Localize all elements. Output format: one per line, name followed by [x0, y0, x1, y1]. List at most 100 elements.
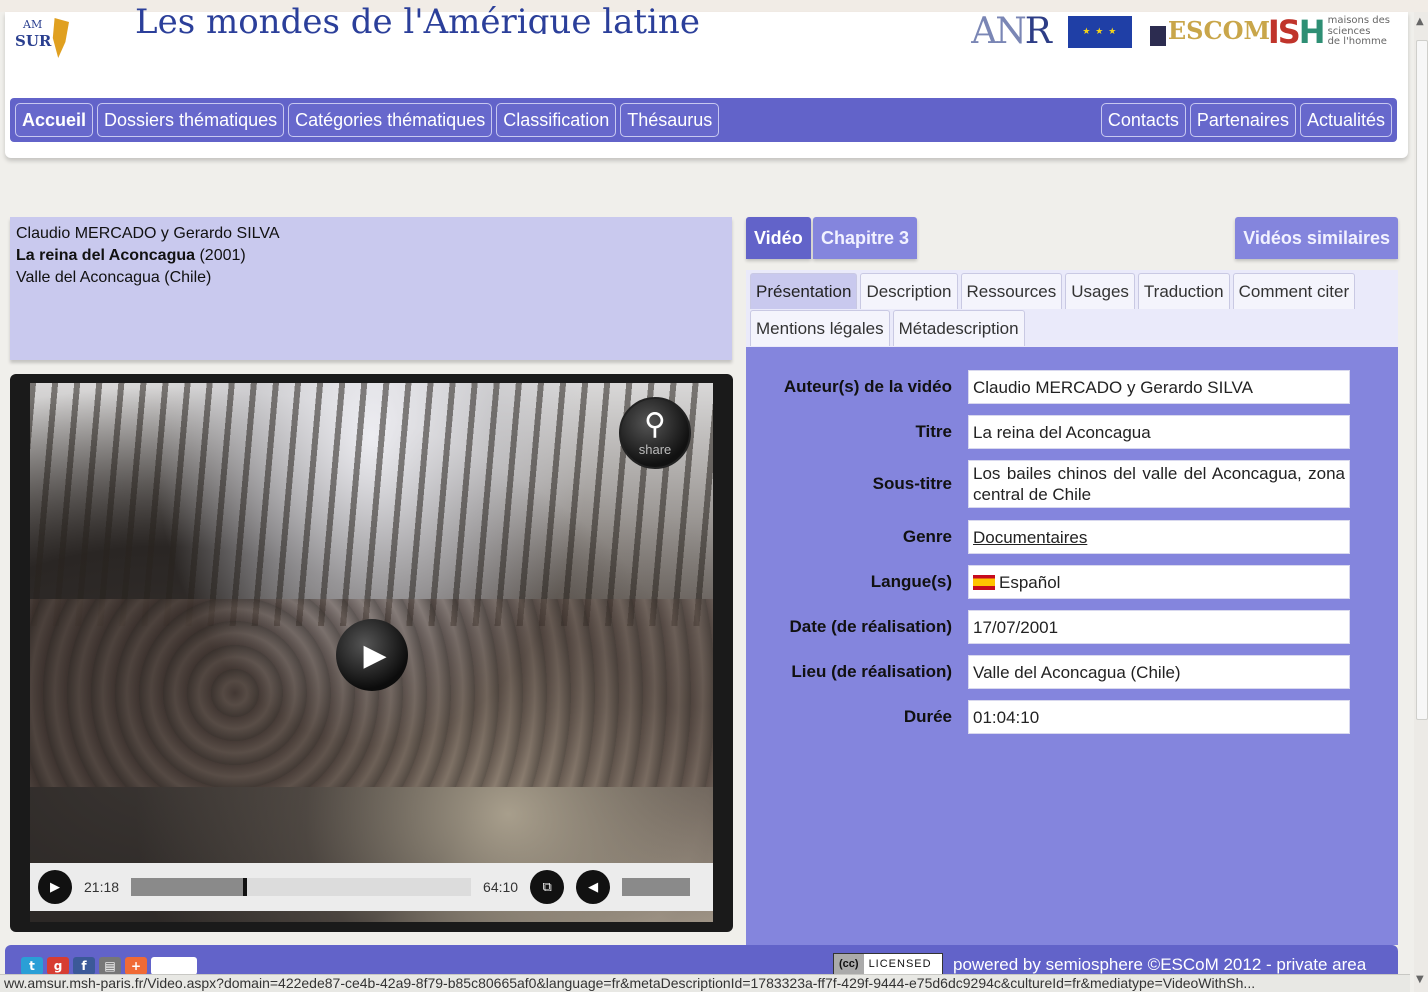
field-duration: Durée 01:04:10 [746, 700, 1398, 734]
volume-slider[interactable] [622, 878, 691, 896]
field-place-label: Lieu (de réalisation) [791, 662, 952, 681]
ish-logo-mark: ISH [1267, 13, 1326, 51]
escom-logo-square [1149, 26, 1166, 46]
field-subtitle: Sous-titre Los bailes chinos del valle d… [746, 460, 1398, 508]
subtab-description[interactable]: Description [860, 273, 958, 309]
site-title: Les mondes de l'Amérique latine [135, 4, 700, 34]
field-subtitle-label: Sous-titre [872, 474, 952, 493]
subtab-comment-citer[interactable]: Comment citer [1232, 273, 1356, 309]
popout-icon: ⧉ [542, 879, 552, 895]
share-button[interactable]: ⚲ share [619, 397, 691, 469]
nav-actualites[interactable]: Actualités [1299, 103, 1392, 137]
page-scrollbar[interactable]: ▲ ▼ [1414, 12, 1428, 992]
player-controls: ▶ 21:18 64:10 ⧉ ◀ [30, 863, 713, 911]
scroll-up-icon[interactable]: ▲ [1416, 16, 1424, 27]
share-label: share [638, 441, 672, 457]
field-authors-label: Auteur(s) de la vidéo [783, 377, 952, 396]
subtab-metadescription[interactable]: Métadescription [892, 310, 1025, 346]
ish-logo-line-3: de l'homme [1327, 36, 1387, 48]
tab-videos-similaires[interactable]: Vidéos similaires [1235, 217, 1398, 259]
ish-logo-line-2: sciences [1327, 25, 1371, 37]
nav-categories-thematiques[interactable]: Catégories thématiques [288, 103, 493, 137]
scrollbar-thumb[interactable] [1416, 40, 1428, 720]
video-info-box: Claudio MERCADO y Gerardo SILVA La reina… [10, 217, 732, 360]
field-title: Titre La reina del Aconcagua [746, 415, 1398, 449]
subtabs-row-1: Présentation Description Ressources Usag… [750, 273, 1394, 309]
field-language-text: Español [999, 572, 1061, 592]
share-counter [151, 957, 197, 975]
site-logo[interactable]: AM SUR [13, 18, 73, 62]
progress-bar[interactable] [131, 878, 472, 896]
detail-subtabs: Présentation Description Ressources Usag… [746, 270, 1398, 347]
sponsor-logos: ANR ★ ★ ★ ESCOM ISH maisons des sciences… [971, 11, 1390, 52]
eu-flag-icon[interactable]: ★ ★ ★ [1067, 16, 1132, 48]
cc-licensed-label: LICENSED [868, 958, 932, 970]
nav-partenaires[interactable]: Partenaires [1189, 103, 1296, 137]
cc-license-badge[interactable]: (cc) LICENSED [833, 953, 943, 975]
print-icon[interactable]: ▤ [99, 957, 121, 975]
subtab-traduction[interactable]: Traduction [1137, 273, 1230, 309]
video-info-authors: Claudio MERCADO y Gerardo SILVA [16, 225, 280, 242]
field-authors: Auteur(s) de la vidéo Claudio MERCADO y … [746, 370, 1398, 404]
scroll-down-icon[interactable]: ▼ [1416, 974, 1424, 985]
ish-logo-h: H [1298, 13, 1326, 51]
field-place: Lieu (de réalisation) Valle del Aconcagu… [746, 655, 1398, 689]
main-nav-left: Accueil Dossiers thématiques Catégories … [15, 103, 720, 137]
progress-fill [131, 878, 245, 896]
nav-contacts[interactable]: Contacts [1100, 103, 1186, 137]
speaker-icon: ◀ [588, 879, 599, 895]
total-time: 64:10 [483, 879, 519, 895]
field-date-value: 17/07/2001 [968, 610, 1350, 644]
subtab-mentions-legales[interactable]: Mentions légales [750, 310, 890, 346]
cc-icon: (cc) [834, 954, 864, 974]
addthis-icon[interactable]: + [125, 957, 147, 975]
video-info-year: (2001) [195, 247, 246, 264]
progress-handle[interactable] [242, 878, 247, 896]
video-info-place: Valle del Aconcagua (Chile) [16, 269, 212, 286]
tab-video[interactable]: Vidéo [746, 217, 811, 259]
play-overlay-icon[interactable]: ▶ [336, 619, 408, 691]
main-nav-right: Contacts Partenaires Actualités [1100, 103, 1392, 137]
nav-classification[interactable]: Classification [496, 103, 617, 137]
field-title-label: Titre [915, 422, 952, 441]
nav-dossiers-thematiques[interactable]: Dossiers thématiques [97, 103, 285, 137]
subtab-usages[interactable]: Usages [1065, 273, 1135, 309]
site-footer: t g f ▤ + (cc) LICENSED powered by semio… [5, 945, 1398, 975]
ish-logo[interactable]: ISH maisons des sciences de l'homme [1268, 13, 1390, 51]
spain-flag-icon [973, 574, 995, 590]
ish-logo-text: maisons des sciences de l'homme [1328, 16, 1390, 48]
facebook-icon[interactable]: f [73, 957, 95, 975]
mute-button[interactable]: ◀ [576, 870, 611, 904]
continent-shape-icon [52, 18, 69, 58]
share-icon: ⚲ [644, 406, 666, 442]
field-duration-label: Durée [903, 707, 952, 726]
escom-logo[interactable]: ESCOM [1149, 16, 1270, 48]
tab-chapitre[interactable]: Chapitre 3 [813, 217, 918, 259]
field-duration-value: 01:04:10 [968, 700, 1350, 734]
field-date: Date (de réalisation) 17/07/2001 [746, 610, 1398, 644]
fullscreen-button[interactable]: ⧉ [530, 870, 565, 904]
powered-by-link[interactable]: powered by semiosphere ©ESCoM 2012 - pri… [953, 955, 1366, 975]
twitter-icon[interactable]: t [21, 957, 43, 975]
subtabs-row-2: Mentions légales Métadescription [750, 310, 1394, 346]
escom-logo-text: ESCOM [1167, 16, 1271, 45]
field-place-value: Valle del Aconcagua (Chile) [968, 655, 1350, 689]
subtab-presentation[interactable]: Présentation [750, 273, 858, 309]
field-language: Langue(s) Español [746, 565, 1398, 599]
site-logo-sur: SUR [15, 32, 52, 50]
nav-accueil[interactable]: Accueil [15, 103, 94, 137]
anr-logo[interactable]: ANR [971, 11, 1052, 52]
field-authors-value: Claudio MERCADO y Gerardo SILVA [968, 370, 1350, 404]
video-info-title-line: La reina del Aconcagua (2001) [16, 245, 726, 267]
subtab-ressources[interactable]: Ressources [960, 273, 1063, 309]
video-scene-trees [30, 383, 713, 626]
google-plus-icon[interactable]: g [47, 957, 69, 975]
anr-logo-r: R [1024, 11, 1052, 52]
play-button[interactable]: ▶ [38, 870, 72, 904]
video-info-title: La reina del Aconcagua [16, 247, 196, 264]
ish-logo-is: IS [1267, 13, 1301, 51]
field-genre-link[interactable]: Documentaires [968, 520, 1350, 554]
video-frame[interactable]: ⚲ share ▶ ▶ 21:18 64:10 ⧉ ◀ [30, 383, 713, 922]
main-nav: Accueil Dossiers thématiques Catégories … [10, 98, 1397, 142]
nav-thesaurus[interactable]: Thésaurus [620, 103, 720, 137]
